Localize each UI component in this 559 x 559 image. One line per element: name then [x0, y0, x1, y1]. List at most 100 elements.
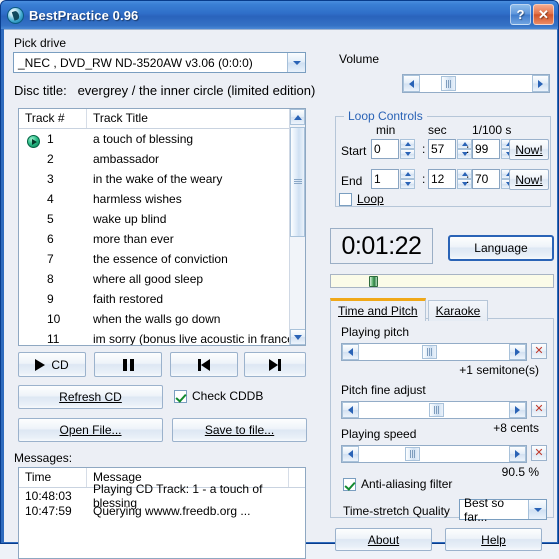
chevron-down-icon[interactable] — [528, 500, 546, 519]
playing-pitch-slider[interactable] — [341, 343, 527, 361]
stepper-down-icon[interactable] — [400, 179, 415, 189]
table-row[interactable]: 7 the essence of conviction — [19, 249, 305, 269]
table-row[interactable]: 11 im sorry (bonus live acoustic in franc… — [19, 329, 305, 345]
loop-end-min-stepper[interactable] — [371, 169, 415, 189]
checkbox-icon[interactable] — [339, 192, 352, 206]
check-cddb-label: Check CDDB — [192, 389, 264, 403]
list-item[interactable]: 10:47:59 Querying wwww.freedb.org ... — [19, 503, 305, 518]
stepper-up-icon[interactable] — [400, 169, 415, 179]
table-row[interactable]: 3 in the wake of the weary — [19, 169, 305, 189]
volume-decrease-icon[interactable] — [403, 75, 420, 92]
volume-track[interactable] — [420, 75, 532, 92]
track-list-header: Track # Track Title — [19, 109, 305, 129]
table-row[interactable]: 4 harmless wishes — [19, 189, 305, 209]
save-to-file-button[interactable]: Save to file... — [172, 418, 307, 442]
loop-start-now-label: Now! — [515, 142, 543, 157]
save-to-file-label: Save to file... — [204, 423, 275, 437]
loop-start-sec-input[interactable] — [428, 139, 456, 159]
anti-aliasing-checkbox[interactable]: Anti-aliasing filter — [343, 477, 452, 491]
volume-slider[interactable] — [402, 74, 550, 93]
stepper-down-icon[interactable] — [457, 179, 472, 189]
title-bar: BestPractice 0.96 ? ✕ — [1, 1, 558, 29]
table-row[interactable]: 10 when the walls go down — [19, 309, 305, 329]
stepper-up-icon[interactable] — [457, 139, 472, 149]
playing-pitch-track[interactable] — [359, 344, 509, 360]
track-list-scrollbar[interactable] — [289, 109, 305, 345]
stepper-up-icon[interactable] — [457, 169, 472, 179]
pick-drive-label: Pick drive — [14, 36, 67, 50]
loop-end-min-input[interactable] — [371, 169, 399, 189]
checkbox-icon[interactable] — [343, 477, 356, 491]
loop-end-now-button[interactable]: Now! — [509, 169, 549, 190]
stepper-up-icon[interactable] — [400, 139, 415, 149]
stepper-down-icon[interactable] — [457, 149, 472, 159]
volume-increase-icon[interactable] — [532, 75, 549, 92]
playing-pitch-reset-button[interactable]: ✕ — [531, 343, 547, 359]
track-number: 3 — [47, 172, 54, 186]
loop-start-min-stepper[interactable] — [371, 139, 415, 159]
loop-end-sec-input[interactable] — [428, 169, 456, 189]
playing-pitch-thumb[interactable] — [422, 345, 437, 359]
volume-thumb[interactable] — [441, 76, 456, 91]
pitch-increase-icon[interactable] — [509, 344, 526, 360]
fine-decrease-icon[interactable] — [342, 402, 359, 418]
help-titlebar-button[interactable]: ? — [510, 4, 531, 25]
track-title: more than ever — [93, 232, 174, 246]
speed-decrease-icon[interactable] — [342, 446, 359, 462]
scroll-up-icon[interactable] — [290, 109, 305, 125]
fine-increase-icon[interactable] — [509, 402, 526, 418]
messages-body: 10:48:03 Playing CD Track: 1 - a touch of… — [19, 482, 305, 518]
time-stretch-quality-select[interactable]: Best so far... — [459, 496, 547, 524]
about-button[interactable]: About — [335, 528, 432, 551]
loop-checkbox[interactable]: Loop — [339, 192, 384, 206]
pitch-fine-reset-button[interactable]: ✕ — [531, 401, 547, 417]
table-row[interactable]: 2 ambassador — [19, 149, 305, 169]
table-row[interactable]: 6 more than ever — [19, 229, 305, 249]
playing-speed-track[interactable] — [359, 446, 509, 462]
help-button[interactable]: Help — [445, 528, 542, 551]
loop-start-min-input[interactable] — [371, 139, 399, 159]
scrollbar-thumb[interactable] — [290, 127, 305, 237]
drive-select[interactable]: _NEC , DVD_RW ND-3520AW v3.06 (0:0:0) — [13, 52, 306, 73]
scroll-down-icon[interactable] — [290, 329, 305, 345]
close-icon[interactable]: ✕ — [533, 4, 554, 25]
speed-increase-icon[interactable] — [509, 446, 526, 462]
next-track-button[interactable] — [244, 352, 306, 377]
playing-speed-label: Playing speed — [341, 427, 417, 441]
table-row[interactable]: 1 a touch of blessing — [19, 129, 305, 149]
track-number: 5 — [47, 212, 54, 226]
language-button[interactable]: Language — [448, 235, 554, 261]
check-cddb-checkbox[interactable]: Check CDDB — [174, 389, 263, 403]
list-item[interactable]: 10:48:03 Playing CD Track: 1 - a touch of… — [19, 482, 305, 510]
pitch-fine-track[interactable] — [359, 402, 509, 418]
refresh-cd-button[interactable]: Refresh CD — [18, 385, 163, 409]
tab-time-and-pitch[interactable]: Time and Pitch — [330, 298, 426, 321]
client-area: Pick drive _NEC , DVD_RW ND-3520AW v3.06… — [4, 29, 557, 559]
loop-end-centisec-input[interactable] — [472, 169, 500, 189]
pitch-fine-adjust-slider[interactable] — [341, 401, 527, 419]
playback-progress-slider[interactable] — [330, 274, 554, 288]
progress-thumb[interactable] — [369, 276, 378, 287]
table-row[interactable]: 5 wake up blind — [19, 209, 305, 229]
stepper-down-icon[interactable] — [400, 149, 415, 159]
table-row[interactable]: 9 faith restored — [19, 289, 305, 309]
checkbox-icon[interactable] — [174, 389, 187, 403]
loop-start-separator-1: : — [422, 142, 426, 156]
pitch-decrease-icon[interactable] — [342, 344, 359, 360]
previous-track-button[interactable] — [170, 352, 238, 377]
pitch-fine-adjust-label: Pitch fine adjust — [341, 383, 426, 397]
track-list[interactable]: Track # Track Title 1 a touch of blessing… — [18, 108, 306, 346]
playing-speed-thumb[interactable] — [405, 447, 420, 461]
loop-start-now-button[interactable]: Now! — [509, 139, 549, 160]
play-cd-button[interactable]: CD — [18, 352, 86, 377]
open-file-button[interactable]: Open File... — [18, 418, 163, 442]
pitch-fine-thumb[interactable] — [429, 403, 444, 417]
playing-speed-slider[interactable] — [341, 445, 527, 463]
pause-button[interactable] — [94, 352, 162, 377]
chevron-down-icon[interactable] — [287, 53, 305, 72]
playing-speed-reset-button[interactable]: ✕ — [531, 445, 547, 461]
messages-list[interactable]: Time Message 10:48:03 Playing CD Track: 1… — [18, 467, 306, 559]
tab-karaoke[interactable]: Karaoke — [427, 300, 489, 321]
loop-start-centisec-input[interactable] — [472, 139, 500, 159]
table-row[interactable]: 8 where all good sleep — [19, 269, 305, 289]
